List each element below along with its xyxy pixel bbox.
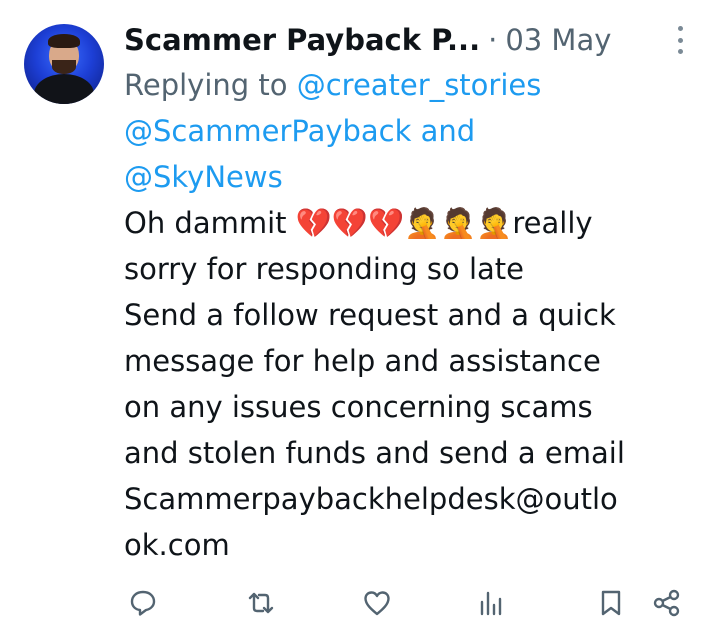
action-bar (124, 584, 694, 620)
avatar-beard (52, 60, 76, 74)
mention-link[interactable]: @creater_stories (297, 68, 542, 102)
avatar-shirt (34, 74, 94, 104)
tweet-text-line: Send a follow request and a quick (124, 298, 616, 332)
reply-icon[interactable] (128, 588, 158, 618)
replying-prefix: Replying to (124, 68, 288, 102)
like-icon[interactable] (362, 588, 392, 618)
replying-line-3: @SkyNews (124, 154, 684, 200)
replying-line-2: @ScammerPayback and (124, 108, 684, 154)
more-dot (677, 49, 683, 54)
tweet-text-line: Scammerpaybackhelpdesk@outlo (124, 482, 618, 516)
tweet-text-line: ok.com (124, 528, 230, 562)
bookmark-icon[interactable] (596, 588, 626, 618)
mention-link[interactable]: @ScammerPayback (124, 114, 411, 148)
replying-to: Replying to @creater_stories @ScammerPay… (124, 62, 684, 200)
retweet-icon[interactable] (246, 588, 276, 618)
tweet-date[interactable]: 03 May (505, 23, 611, 57)
avatar[interactable] (24, 24, 104, 104)
and-word: and (420, 114, 476, 148)
replying-line-1: Replying to @creater_stories (124, 62, 684, 108)
more-dot (677, 26, 683, 31)
share-icon[interactable] (652, 588, 682, 618)
tweet-text-line: and stolen funds and send a email (124, 436, 625, 470)
tweet-text: Oh dammit 💔💔💔🤦🤦🤦really sorry for respond… (124, 200, 694, 568)
views-icon[interactable] (476, 588, 506, 618)
mention-link[interactable]: @SkyNews (124, 160, 283, 194)
separator-dot: · (488, 23, 498, 57)
more-options-icon[interactable] (672, 26, 688, 54)
more-dot (677, 37, 683, 43)
tweet-text-line: on any issues concerning scams (124, 390, 593, 424)
tweet-header: Scammer Payback P... · 03 May (124, 18, 664, 62)
tweet-text-line: message for help and assistance (124, 344, 601, 378)
author-name[interactable]: Scammer Payback P... (124, 23, 480, 57)
avatar-hair (48, 34, 80, 48)
tweet-text-line: Oh dammit 💔💔💔🤦🤦🤦really (124, 206, 593, 240)
tweet-text-line: sorry for responding so late (124, 252, 525, 286)
